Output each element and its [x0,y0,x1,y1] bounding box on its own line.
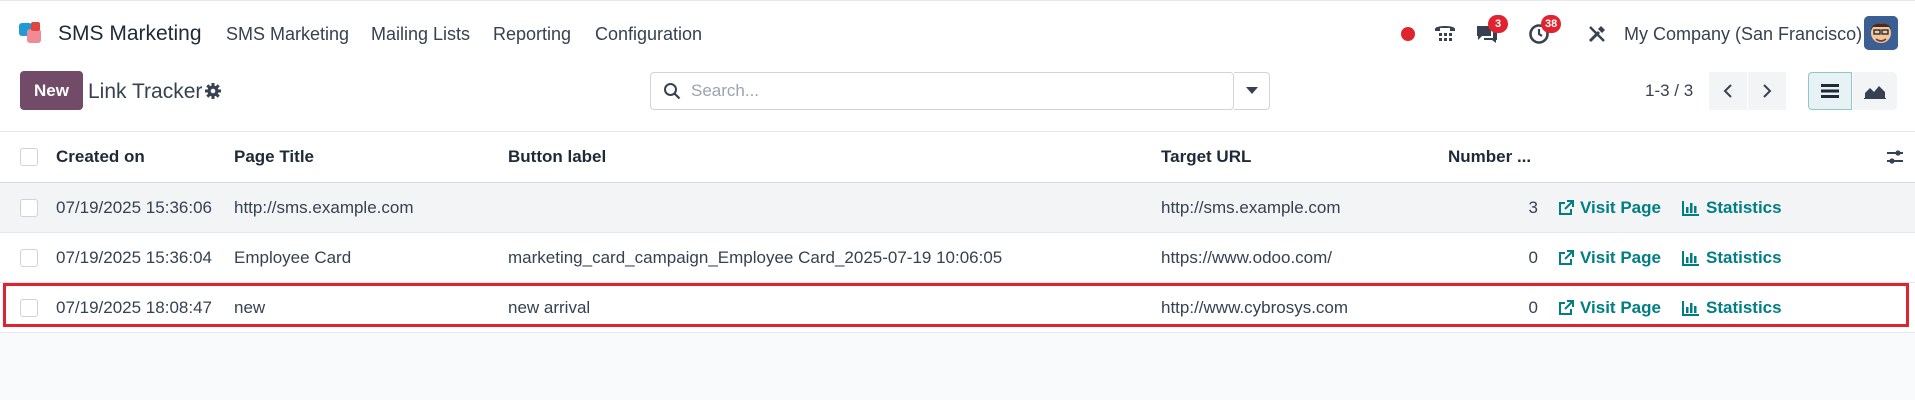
visit-page-label: Visit Page [1580,297,1661,317]
visit-page-label: Visit Page [1580,197,1661,217]
select-all-checkbox[interactable] [20,148,38,166]
cell-button-label: marketing_card_campaign_Employee Card_20… [508,247,1003,267]
pager-value[interactable]: 1-3 / 3 [1645,81,1693,101]
app-title[interactable]: SMS Marketing [58,22,202,46]
cell-button-label: new arrival [508,297,591,317]
pager-next-button[interactable] [1748,72,1786,110]
row-checkbox[interactable] [20,298,38,317]
bar-chart-icon [1682,200,1699,216]
visit-page-button[interactable]: Visit Page [1558,183,1661,232]
new-button[interactable]: New [20,71,83,110]
cell-target-url: http://www.cybrosys.com [1161,297,1349,317]
visit-page-label: Visit Page [1580,247,1661,267]
activity-clock-icon[interactable]: 38 [1524,15,1562,49]
pager-previous-button[interactable] [1709,72,1747,110]
cell-created-on: 07/19/2025 18:08:47 [56,297,212,317]
cell-created-on: 07/19/2025 15:36:06 [56,197,212,217]
chat-badge: 3 [1488,15,1508,33]
statistics-label: Statistics [1706,247,1782,267]
activity-badge: 38 [1541,15,1562,33]
cell-target-url: https://www.odoo.com/ [1161,247,1333,267]
search-icon [663,82,681,105]
record-status-icon[interactable] [1398,19,1418,49]
column-page-title[interactable]: Page Title [234,132,314,182]
company-switcher[interactable]: My Company (San Francisco) [1624,24,1862,45]
row-checkbox[interactable] [20,248,38,267]
menu-reporting[interactable]: Reporting [493,24,571,45]
cell-page-title: new [234,297,266,317]
statistics-label: Statistics [1706,197,1782,217]
user-avatar[interactable] [1864,16,1898,50]
list-view-icon [1821,84,1839,98]
row-checkbox[interactable] [20,198,38,217]
cell-click-count: 3 [1528,197,1538,217]
column-target-url[interactable]: Target URL [1161,132,1251,182]
gear-icon[interactable] [204,82,222,105]
menu-sms-marketing[interactable]: SMS Marketing [226,24,349,45]
area-chart-icon [1864,86,1886,99]
column-created-on[interactable]: Created on [56,132,145,182]
graph-view-button[interactable] [1853,72,1897,110]
column-number-of-clicks[interactable]: Number ... [1448,132,1531,182]
statistics-button[interactable]: Statistics [1682,183,1782,232]
cell-page-title: http://sms.example.com [234,197,414,217]
visit-page-button[interactable]: Visit Page [1558,283,1661,332]
menu-mailing-lists[interactable]: Mailing Lists [371,24,470,45]
chevron-left-icon [1723,84,1732,98]
chevron-right-icon [1763,84,1772,98]
visit-page-button[interactable]: Visit Page [1558,233,1661,282]
caret-down-icon [1245,87,1258,94]
statistics-label: Statistics [1706,297,1782,317]
cell-created-on: 07/19/2025 15:36:04 [56,247,212,267]
table-row[interactable]: 07/19/2025 15:36:04 Employee Card market… [0,233,1915,283]
cell-click-count: 0 [1528,297,1538,317]
bar-chart-icon [1682,300,1699,316]
optional-columns-icon[interactable] [1886,132,1904,182]
search-bar [650,72,1234,110]
search-options-toggle[interactable] [1234,72,1270,110]
table-row[interactable]: 07/19/2025 15:36:06 http://sms.example.c… [0,183,1915,233]
external-link-icon [1559,299,1574,315]
cell-page-title: Employee Card [234,247,352,267]
top-navbar: SMS Marketing SMS Marketing Mailing List… [0,0,1915,66]
table-header: Created on Page Title Button label Targe… [0,132,1915,183]
table-row[interactable]: 07/19/2025 18:08:47 new new arrival http… [0,283,1915,333]
phone-icon[interactable] [1430,19,1460,49]
app-logo-icon[interactable] [18,20,46,48]
list-view-button[interactable] [1808,72,1852,110]
column-button-label[interactable]: Button label [508,132,606,182]
menu-configuration[interactable]: Configuration [595,24,702,45]
debug-tools-icon[interactable] [1584,19,1610,49]
statistics-button[interactable]: Statistics [1682,233,1782,282]
chat-icon[interactable]: 3 [1472,15,1508,49]
page-title: Link Tracker [88,80,203,103]
external-link-icon [1559,199,1574,215]
cell-click-count: 0 [1528,247,1538,267]
cell-target-url: http://sms.example.com [1161,197,1341,217]
bar-chart-icon [1682,250,1699,266]
external-link-icon [1559,249,1574,265]
link-tracker-list: Created on Page Title Button label Targe… [0,131,1915,400]
search-input[interactable] [691,73,1181,109]
statistics-button[interactable]: Statistics [1682,283,1782,332]
